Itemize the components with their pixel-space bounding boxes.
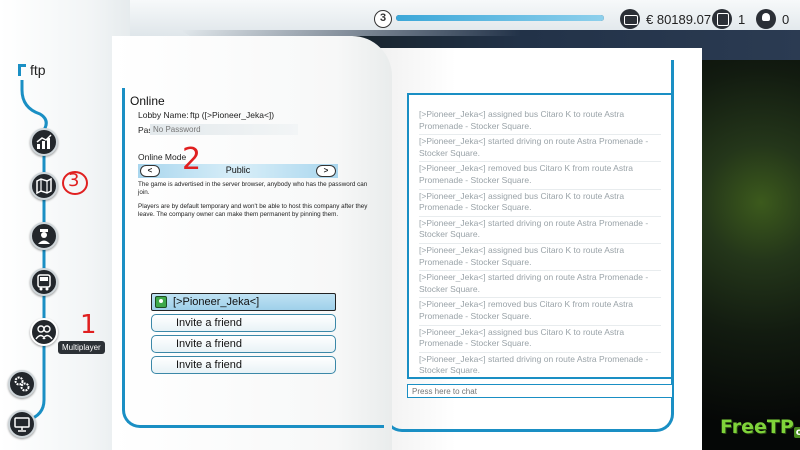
people-icon bbox=[35, 325, 53, 340]
route-line-icon bbox=[18, 64, 26, 76]
chat-message: [>Pioneer_Jeka<] started driving on rout… bbox=[419, 136, 661, 163]
online-mode-next-button[interactable]: > bbox=[316, 165, 336, 177]
chat-message: [>Pioneer_Jeka<] assigned bus Citaro K t… bbox=[419, 191, 661, 217]
chat-message: [>Pioneer_Jeka<] removed bus Citaro K fr… bbox=[419, 163, 661, 190]
money-value: € 80189.07 bbox=[646, 11, 712, 27]
watermark-main: FreeTP bbox=[720, 416, 794, 438]
player-slot[interactable]: [>Pioneer_Jeka<] bbox=[151, 293, 336, 311]
chat-message: [>Pioneer_Jeka<] assigned bus Citaro K t… bbox=[419, 245, 661, 272]
chat-message: [>Pioneer_Jeka<] assigned bus Citaro K t… bbox=[419, 109, 661, 136]
chat-message: [>Pioneer_Jeka<] started driving on rout… bbox=[419, 218, 661, 244]
bus-count: 1 bbox=[738, 11, 746, 27]
sidebar-item-settings[interactable] bbox=[8, 370, 36, 398]
watermark-logo: FreeTPorg bbox=[720, 416, 800, 438]
gears-icon bbox=[14, 376, 30, 392]
multiplayer-tooltip: Multiplayer bbox=[58, 341, 105, 354]
bus-count-stat: 1 bbox=[712, 9, 745, 29]
lobby-name-label: Lobby Name: bbox=[138, 110, 189, 120]
money-icon bbox=[620, 9, 640, 29]
annotation-number-2: 2 bbox=[182, 142, 202, 177]
online-mode-value: Public bbox=[225, 165, 251, 175]
invite-friend-button[interactable]: Invite a friend bbox=[151, 335, 336, 353]
watermark-sub: org bbox=[793, 427, 800, 438]
invite-friend-button[interactable]: Invite a friend bbox=[151, 356, 336, 374]
level-progress-fill bbox=[396, 15, 604, 21]
sidebar-item-computer[interactable] bbox=[8, 410, 36, 438]
chat-message: [>Pioneer_Jeka<] assigned bus Citaro K t… bbox=[419, 327, 661, 353]
player-name: [>Pioneer_Jeka<] bbox=[173, 296, 260, 308]
sidebar-item-statistics[interactable] bbox=[30, 128, 58, 156]
sidebar-item-drivers[interactable] bbox=[30, 222, 58, 250]
map-icon bbox=[36, 177, 52, 195]
lobby-name-value: ftp ([>Pioneer_Jeka<]) bbox=[190, 110, 275, 120]
level-badge: 3 bbox=[374, 10, 392, 28]
online-mode-label: Online Mode bbox=[138, 152, 187, 162]
bus-icon bbox=[712, 9, 732, 29]
invite-friend-button[interactable]: Invite a friend bbox=[151, 314, 336, 332]
monitor-icon bbox=[14, 417, 30, 432]
driver-icon bbox=[756, 9, 776, 29]
players-description: Players are by default temporary and won… bbox=[138, 203, 368, 218]
chat-message: [>Pioneer_Jeka<] removed bus Citaro K fr… bbox=[419, 299, 661, 326]
online-mode-description: The game is advertised in the server bro… bbox=[138, 181, 368, 196]
chat-log[interactable]: [>Pioneer_Jeka<] assigned bus Citaro K t… bbox=[407, 93, 673, 379]
money-stat: € 80189.07 bbox=[620, 9, 711, 29]
sidebar-item-multiplayer[interactable] bbox=[30, 318, 58, 346]
chat-input[interactable] bbox=[407, 384, 673, 398]
password-input[interactable] bbox=[150, 124, 298, 135]
driver-icon bbox=[38, 229, 50, 244]
player-icon bbox=[155, 296, 167, 308]
bus-icon bbox=[37, 274, 51, 291]
online-mode-prev-button[interactable]: < bbox=[140, 165, 160, 177]
level-progress-bar bbox=[396, 15, 604, 21]
online-mode-selector: Public < > bbox=[138, 164, 338, 178]
chat-message: [>Pioneer_Jeka<] started driving on rout… bbox=[419, 272, 661, 299]
driver-count-stat: 0 bbox=[756, 9, 789, 29]
sidebar-item-map[interactable] bbox=[30, 172, 58, 200]
company-name: ftp bbox=[30, 62, 46, 78]
annotation-number-3: 3 bbox=[68, 170, 80, 191]
annotation-number-1: 1 bbox=[80, 310, 97, 340]
online-section-title: Online bbox=[130, 94, 165, 108]
chat-message: [>Pioneer_Jeka<] started driving on rout… bbox=[419, 354, 661, 377]
sidebar-item-buses[interactable] bbox=[30, 268, 58, 296]
company-title: ftp bbox=[18, 62, 46, 78]
online-panel-frame bbox=[122, 88, 384, 428]
driver-count: 0 bbox=[782, 11, 790, 27]
chart-icon bbox=[36, 134, 52, 149]
